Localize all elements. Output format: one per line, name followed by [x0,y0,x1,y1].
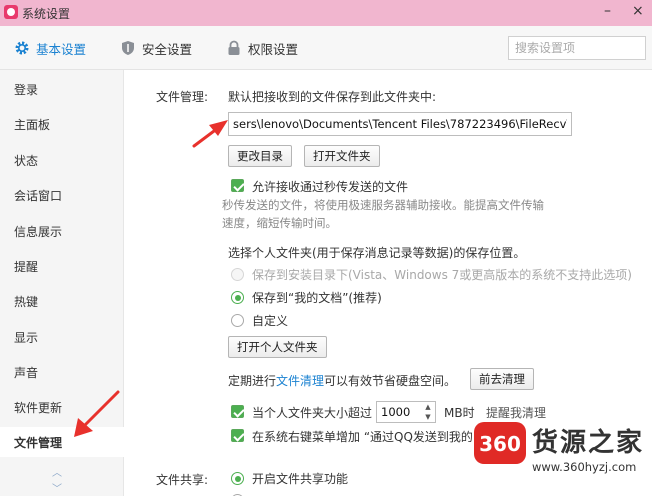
sidebar-item-status[interactable]: 状态 [0,145,124,175]
cleanup-hint-suffix: 可以有效节省硬盘空间。 [324,374,457,388]
sidebar-item-hotkeys[interactable]: 热键 [0,286,124,316]
size-limit-tail: 提醒我清理 [486,406,547,420]
tab-security-settings[interactable]: 安全设置 [120,39,192,57]
allow-instant-transfer-label: 允许接收通过秒传发送的文件 [252,180,409,194]
instant-transfer-description: 秒传发送的文件，将使用极速服务器辅助接收。能提高文件传输速度，缩短传输时间。 [222,198,544,230]
enable-file-sharing-label: 开启文件共享功能 [252,472,349,486]
svg-text:360: 360 [479,432,521,456]
title-bar: 系统设置 – × [0,0,652,26]
custom-location-label: 自定义 [252,314,289,328]
close-button[interactable]: × [632,4,644,18]
watermark-site-url: www.360hyzj.com [532,460,637,474]
sidebar-item-software-update[interactable]: 软件更新 [0,392,124,422]
tab-label: 基本设置 [36,41,87,57]
sidebar-item-chat-window[interactable]: 会话窗口 [0,180,124,210]
shield-icon [120,40,136,56]
lock-icon [226,40,242,56]
allow-instant-transfer-checkbox[interactable] [231,179,244,192]
sidebar-scroll-up-icon[interactable]: ︿ [52,464,62,479]
personal-folder-prompt: 选择个人文件夹(用于保存消息记录等数据)的保存位置。 [228,246,526,260]
sidebar-item-display[interactable]: 显示 [0,322,124,352]
save-path-input[interactable] [228,112,572,136]
open-personal-folder-button[interactable]: 打开个人文件夹 [228,336,327,358]
file-cleanup-link[interactable]: 文件清理 [276,374,324,388]
save-to-install-dir-radio[interactable] [231,268,244,281]
settings-sidebar: 登录 主面板 状态 会话窗口 信息展示 提醒 热键 显示 声音 软件更新 文件管… [0,70,124,496]
size-limit-reminder-checkbox[interactable] [231,405,244,418]
size-limit-stepper[interactable]: ▲ ▼ [376,401,436,423]
custom-location-radio[interactable] [231,314,244,327]
size-limit-label: 当个人文件夹大小超过 [252,406,373,420]
file-management-section-label: 文件管理: [156,90,209,104]
tab-label: 安全设置 [142,41,193,57]
sidebar-item-reminder[interactable]: 提醒 [0,251,124,281]
search-input[interactable] [508,36,646,60]
sidebar-item-file-management[interactable]: 文件管理 [0,427,124,457]
settings-tab-bar: 基本设置 安全设置 权限设置 [0,26,652,70]
tab-label: 权限设置 [248,41,299,57]
site-watermark: 360 货源之家 www.360hyzj.com [468,420,652,496]
file-sharing-section-label: 文件共享: [156,473,209,487]
sidebar-item-sound[interactable]: 声音 [0,357,124,387]
go-cleanup-button[interactable]: 前去清理 [470,368,534,390]
gear-icon [14,40,30,56]
context-menu-checkbox[interactable] [231,429,244,442]
tab-basic-settings[interactable]: 基本设置 [14,39,86,57]
cleanup-hint-prefix: 定期进行 [228,374,277,388]
save-to-install-dir-label: 保存到安装目录下(Vista、Windows 7或更高版本的系统不支持此选项) [252,268,632,282]
window-title: 系统设置 [22,7,71,21]
open-folder-button[interactable]: 打开文件夹 [304,145,380,167]
sidebar-item-main-panel[interactable]: 主面板 [0,109,124,139]
save-folder-prompt: 默认把接收到的文件保存到此文件夹中: [228,90,437,104]
watermark-site-name: 货源之家 [532,428,645,458]
save-to-my-documents-label: 保存到“我的文档”(推荐) [252,291,382,305]
size-limit-input[interactable] [377,402,421,422]
app-logo-icon [4,5,18,19]
cleanup-hint: 定期进行文件清理可以有效节省硬盘空间。 [228,372,456,389]
stepper-up-icon[interactable]: ▲ [423,403,433,412]
stepper-down-icon[interactable]: ▼ [423,413,433,422]
sidebar-scroll-down-icon[interactable]: ﹀ [52,480,62,495]
watermark-badge-logo: 360 [474,422,526,464]
enable-file-sharing-radio[interactable] [231,472,244,485]
tab-permission-settings[interactable]: 权限设置 [226,39,298,57]
minimize-button[interactable]: – [604,4,611,18]
sidebar-item-login[interactable]: 登录 [0,74,124,104]
change-directory-button[interactable]: 更改目录 [228,145,292,167]
save-to-my-documents-radio[interactable] [231,291,244,304]
sidebar-item-info-display[interactable]: 信息展示 [0,216,124,246]
context-menu-label: 在系统右键菜单增加 “通过QQ发送到我的 [252,430,473,444]
size-limit-unit: MB时 [444,406,475,420]
